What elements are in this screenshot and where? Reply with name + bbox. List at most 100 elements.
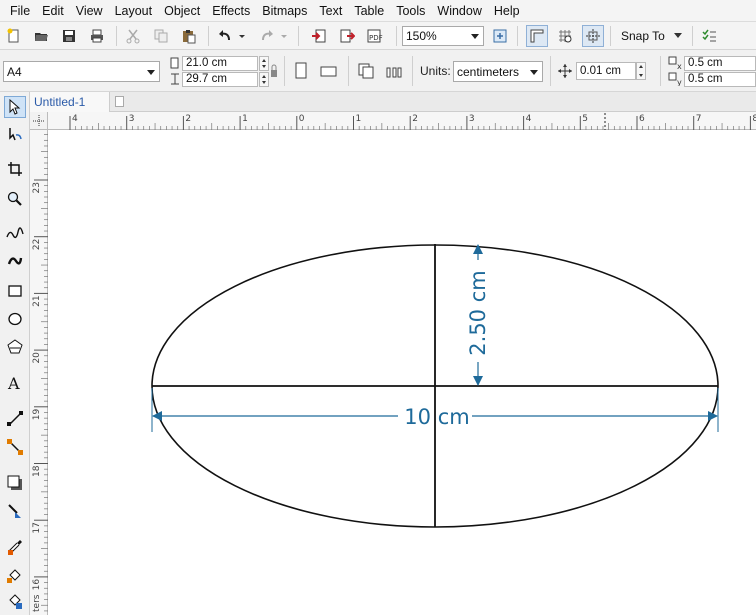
- snap-to-dropdown[interactable]: Snap To: [616, 25, 686, 47]
- export-icon[interactable]: [336, 25, 358, 47]
- page-width-field[interactable]: 21.0 cm: [182, 56, 258, 71]
- zoom-to-page-icon[interactable]: [489, 25, 511, 47]
- all-pages-icon[interactable]: [355, 60, 377, 82]
- shape-tool-icon[interactable]: [4, 124, 26, 146]
- publish-pdf-icon[interactable]: PDF: [364, 25, 386, 47]
- nudge-distance-field[interactable]: 0.01 cm: [576, 62, 636, 80]
- show-grid-icon[interactable]: [554, 25, 576, 47]
- lock-ratio-icon[interactable]: [267, 60, 281, 82]
- new-document-icon[interactable]: [3, 25, 25, 47]
- menu-layout[interactable]: Layout: [109, 0, 159, 22]
- eyedropper-tool-icon[interactable]: [4, 536, 26, 558]
- ruler-tick-label: 21: [32, 295, 42, 306]
- cut-icon[interactable]: [122, 25, 144, 47]
- copy-icon[interactable]: [150, 25, 172, 47]
- toolbar-separator: [116, 26, 117, 46]
- polygon-tool-icon[interactable]: [4, 336, 26, 358]
- menu-help[interactable]: Help: [488, 0, 526, 22]
- ellipse-shape-group[interactable]: [151, 244, 719, 528]
- units-value: centimeters: [457, 64, 520, 79]
- options-checklist-icon[interactable]: [698, 25, 720, 47]
- rectangle-tool-icon[interactable]: [4, 280, 26, 302]
- paste-icon[interactable]: [178, 25, 200, 47]
- show-rulers-icon[interactable]: [526, 25, 548, 47]
- snap-to-label: Snap To: [621, 29, 665, 43]
- page-height-field[interactable]: 29.7 cm: [182, 72, 258, 87]
- units-dropdown[interactable]: centimeters: [453, 61, 543, 82]
- crop-tool-icon[interactable]: [4, 158, 26, 180]
- new-document-tab-icon[interactable]: [115, 96, 124, 107]
- menu-text[interactable]: Text: [313, 0, 348, 22]
- zoom-level-dropdown[interactable]: 150%: [402, 26, 484, 46]
- property-bar: A4 21.0 cm 29.7 cm Units: centimeters 0.…: [0, 50, 756, 92]
- ruler-tick-label: 1: [242, 114, 248, 124]
- menu-effects[interactable]: Effects: [206, 0, 256, 22]
- transparency-tool-icon[interactable]: [4, 500, 26, 522]
- width-dimension-label[interactable]: 10 cm: [404, 405, 469, 429]
- page-size-dropdown[interactable]: A4: [3, 61, 160, 82]
- standard-toolbar: PDF 150% Snap To: [0, 22, 756, 50]
- ruler-tick-label: 4: [526, 114, 532, 124]
- current-page-icon[interactable]: [383, 60, 405, 82]
- chevron-down-icon: [471, 34, 479, 39]
- menu-view[interactable]: View: [70, 0, 109, 22]
- ruler-tick-label: 3: [129, 114, 135, 124]
- menu-table[interactable]: Table: [348, 0, 390, 22]
- redo-dropdown-icon[interactable]: [278, 25, 290, 47]
- document-tab-bar: Untitled-1: [30, 92, 756, 112]
- ruler-tick-label: 1: [356, 114, 362, 124]
- artistic-media-icon[interactable]: [4, 250, 26, 272]
- chevron-down-icon: [530, 70, 538, 75]
- ruler-tick-label: 16: [32, 579, 42, 591]
- drawing-canvas[interactable]: 10 cm 2.50 cm: [48, 130, 756, 615]
- ruler-tick-label: 17: [32, 522, 42, 533]
- horizontal-ruler[interactable]: 4 3 2 1 0 1 2 3 4 5 6 7 8: [48, 112, 756, 130]
- portrait-icon[interactable]: [290, 60, 312, 82]
- menu-window[interactable]: Window: [431, 0, 487, 22]
- landscape-icon[interactable]: [318, 60, 340, 82]
- ruler-tick-label: 23: [32, 182, 42, 193]
- duplicate-y-field[interactable]: 0.5 cm: [684, 72, 756, 87]
- document-tab[interactable]: Untitled-1: [30, 92, 110, 112]
- menu-object[interactable]: Object: [158, 0, 206, 22]
- zoom-tool-icon[interactable]: [4, 188, 26, 210]
- smart-fill-tool-icon[interactable]: [4, 590, 26, 612]
- ruler-tick-label: 8: [752, 114, 756, 124]
- nudge-distance-spinner[interactable]: [636, 62, 646, 80]
- undo-dropdown-icon[interactable]: [236, 25, 248, 47]
- freehand-tool-icon[interactable]: [4, 222, 26, 244]
- units-label: Units:: [420, 64, 451, 78]
- connector-tool-icon[interactable]: [4, 436, 26, 458]
- dimension-tool-icon[interactable]: [4, 408, 26, 430]
- height-dimension-label[interactable]: 2.50 cm: [466, 270, 490, 355]
- pick-tool-icon[interactable]: [4, 96, 26, 118]
- menu-tools[interactable]: Tools: [390, 0, 431, 22]
- redo-icon[interactable]: [256, 25, 278, 47]
- fill-tool-icon[interactable]: [4, 564, 26, 586]
- print-icon[interactable]: [86, 25, 108, 47]
- ruler-unit-label: ters: [32, 594, 42, 612]
- svg-text:A: A: [7, 375, 20, 391]
- drawing-page: 10 cm 2.50 cm: [151, 244, 719, 528]
- svg-text:PDF: PDF: [369, 34, 383, 42]
- ruler-tick-label: 5: [582, 114, 588, 124]
- undo-icon[interactable]: [214, 25, 236, 47]
- toolbar-separator: [660, 56, 661, 86]
- text-tool-icon[interactable]: A: [4, 372, 26, 394]
- ruler-tick-label: 18: [32, 465, 42, 477]
- duplicate-x-field[interactable]: 0.5 cm: [684, 56, 756, 71]
- ruler-origin[interactable]: [30, 112, 48, 130]
- ruler-tick-label: 6: [639, 114, 645, 124]
- show-guidelines-icon[interactable]: [582, 25, 604, 47]
- menu-edit[interactable]: Edit: [36, 0, 70, 22]
- ruler-tick-label: 19: [32, 409, 42, 421]
- ellipse-tool-icon[interactable]: [4, 308, 26, 330]
- menu-bitmaps[interactable]: Bitmaps: [256, 0, 313, 22]
- import-icon[interactable]: [308, 25, 330, 47]
- shadow-tool-icon[interactable]: [4, 472, 26, 494]
- save-icon[interactable]: [58, 25, 80, 47]
- menu-file[interactable]: File: [4, 0, 36, 22]
- coreldraw-window: File Edit View Layout Object Effects Bit…: [0, 0, 756, 615]
- vertical-ruler[interactable]: 23 22 21 20 19 18 17 16 ters: [30, 128, 48, 615]
- open-icon[interactable]: [30, 25, 52, 47]
